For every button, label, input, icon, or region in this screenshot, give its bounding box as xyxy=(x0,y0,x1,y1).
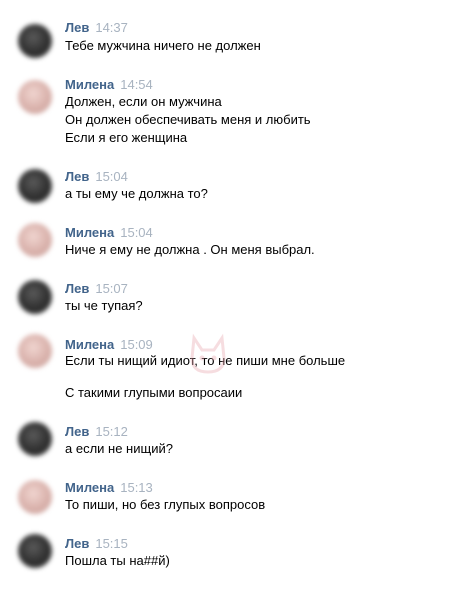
message-text: Тебе мужчина ничего не должен xyxy=(65,38,261,53)
avatar[interactable] xyxy=(18,280,52,314)
message-history: Лев 14:37 Тебе мужчина ничего не должен М… xyxy=(0,0,452,589)
author-name[interactable]: Милена xyxy=(65,77,114,92)
author-name[interactable]: Лев xyxy=(65,281,89,296)
author-name[interactable]: Милена xyxy=(65,225,114,240)
author-name[interactable]: Лев xyxy=(65,20,89,35)
avatar[interactable] xyxy=(18,480,52,514)
avatar[interactable] xyxy=(18,422,52,456)
avatar[interactable] xyxy=(18,334,52,368)
message-text: Ниче я ему не должна . Он меня выбрал. xyxy=(65,242,315,257)
message-time[interactable]: 15:15 xyxy=(95,536,128,551)
message-time[interactable]: 14:54 xyxy=(120,77,153,92)
message-text: То пиши, но без глупых вопросов xyxy=(65,497,266,512)
message-time[interactable]: 15:13 xyxy=(120,480,153,495)
message-text: Пошла ты на##й) xyxy=(65,553,170,568)
message-header: Милена 15:09 xyxy=(65,337,153,353)
author-name[interactable]: Лев xyxy=(65,536,89,551)
message-text: а ты ему че должна то? xyxy=(65,186,208,201)
message-text: а если не нищий? xyxy=(65,441,173,456)
message-text: Должен, если он мужчина xyxy=(65,94,222,109)
message-time[interactable]: 15:04 xyxy=(95,169,128,184)
message-header: Милена 15:04 xyxy=(65,225,153,241)
avatar[interactable] xyxy=(18,80,52,114)
avatar[interactable] xyxy=(18,169,52,203)
message-header: Лев 15:15 xyxy=(65,536,128,552)
message-time[interactable]: 15:04 xyxy=(120,225,153,240)
author-name[interactable]: Лев xyxy=(65,169,89,184)
message-header: Лев 14:37 xyxy=(65,20,128,36)
message-header: Лев 15:04 xyxy=(65,169,128,185)
message-text: С такими глупыми вопросаии xyxy=(65,385,243,400)
author-name[interactable]: Милена xyxy=(65,480,114,495)
message-text: Если ты нищий идиот, то не пиши мне боль… xyxy=(65,353,346,368)
avatar[interactable] xyxy=(18,223,52,257)
author-name[interactable]: Милена xyxy=(65,337,114,352)
message-time[interactable]: 15:09 xyxy=(120,337,153,352)
message-time[interactable]: 15:12 xyxy=(95,424,128,439)
message-time[interactable]: 15:07 xyxy=(95,281,128,296)
message-text: Если я его женщина xyxy=(65,130,188,145)
message-header: Лев 15:12 xyxy=(65,424,128,440)
message-header: Лев 15:07 xyxy=(65,281,128,297)
message-header: Милена 15:13 xyxy=(65,480,153,496)
message-text: ты че тупая? xyxy=(65,298,143,313)
avatar[interactable] xyxy=(18,24,52,58)
author-name[interactable]: Лев xyxy=(65,424,89,439)
message-time[interactable]: 14:37 xyxy=(95,20,128,35)
avatar[interactable] xyxy=(18,534,52,568)
message-header: Милена 14:54 xyxy=(65,77,153,93)
message-text: Он должен обеспечивать меня и любить xyxy=(65,112,311,127)
